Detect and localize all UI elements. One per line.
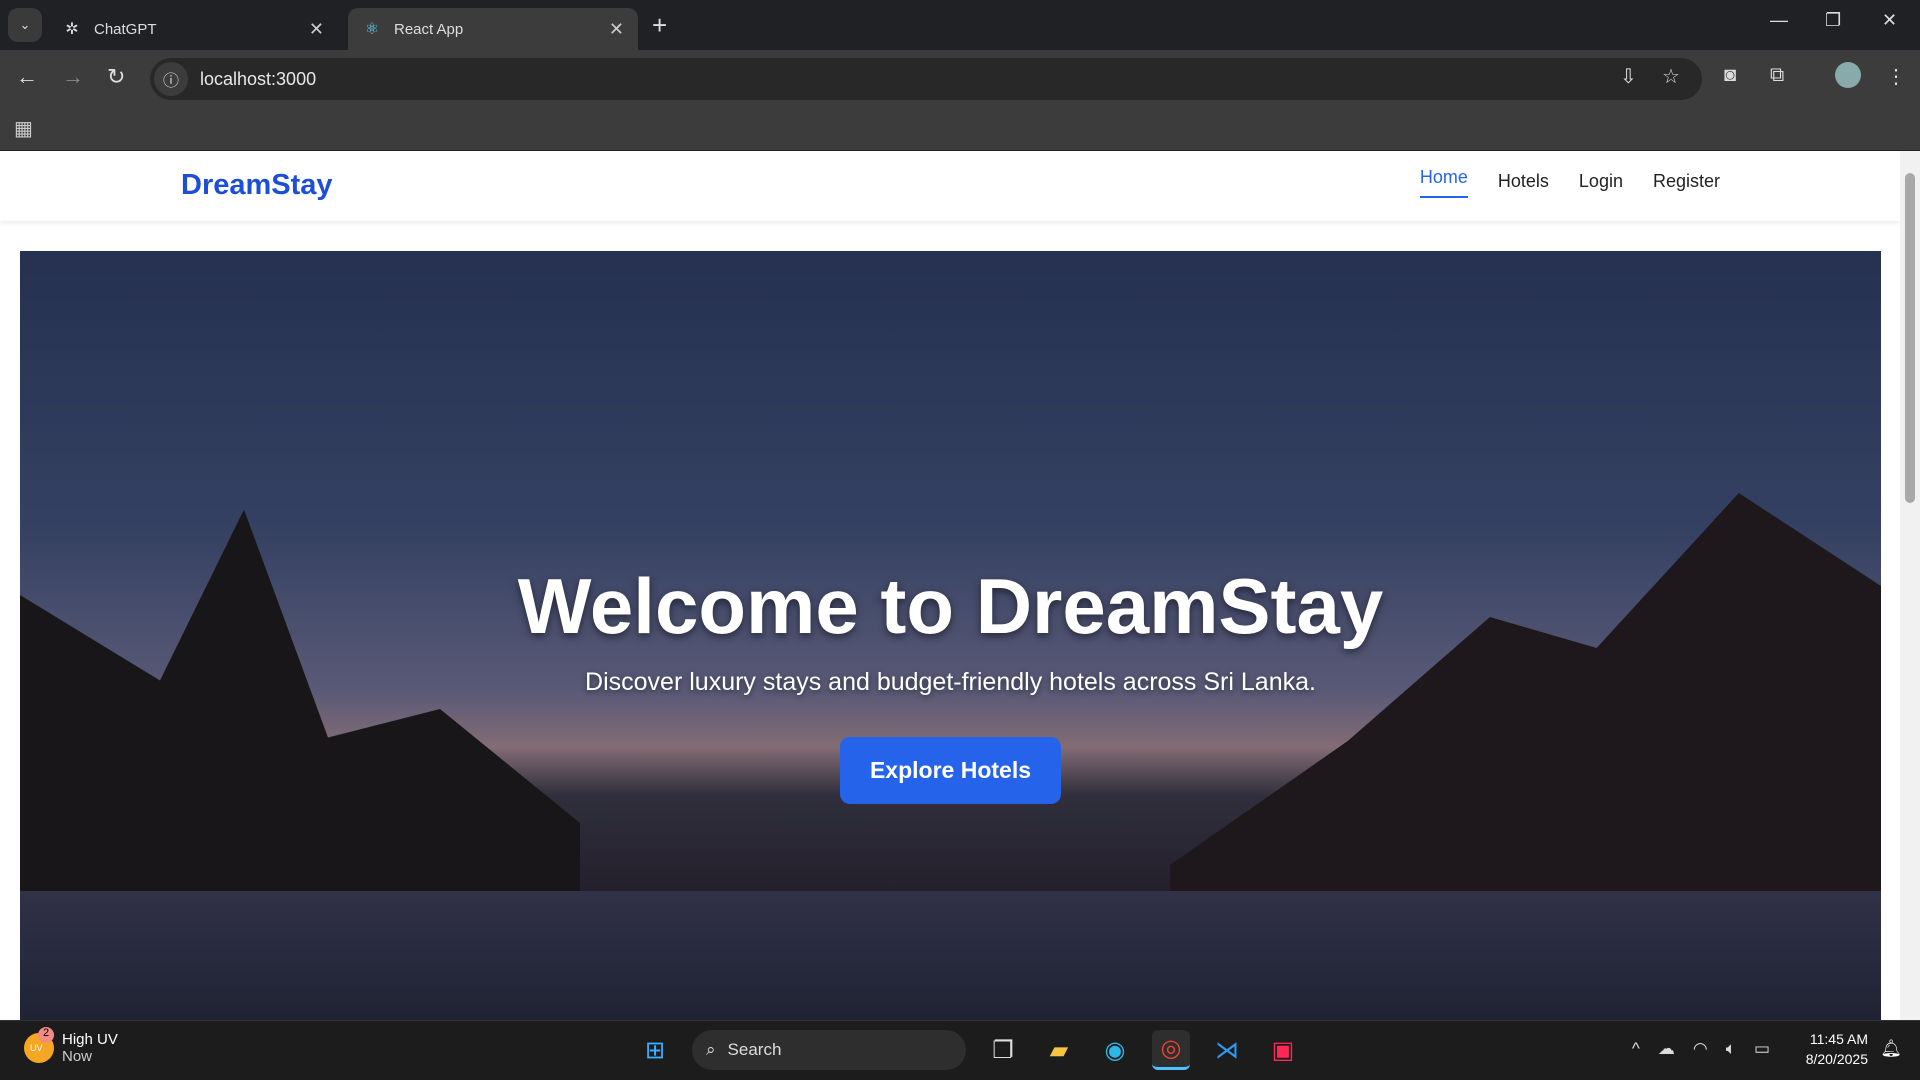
intellij-icon[interactable]: ▣ (1264, 1030, 1302, 1070)
tray-overflow-icon[interactable]: ^ (1632, 1039, 1640, 1059)
tab-title: ChatGPT (94, 20, 157, 38)
tab-chatgpt[interactable]: ✲ ChatGPT ✕ (48, 8, 338, 50)
close-tab-icon[interactable]: ✕ (609, 19, 624, 40)
site-header: DreamStay Home Hotels Login Register (0, 151, 1900, 221)
explore-hotels-button[interactable]: Explore Hotels (839, 737, 1062, 804)
back-icon[interactable]: ← (16, 64, 38, 90)
nav-login[interactable]: Login (1579, 171, 1623, 198)
taskbar: 2 UV High UV Now ⊞ ⌕ Search ❐ ▰ ◉ ◎ ⋊ ▣ ^ ☁… (0, 1020, 1920, 1080)
react-icon: ⚛ (364, 21, 380, 38)
vscode-icon[interactable]: ⋊ (1208, 1030, 1246, 1070)
windows-start-icon[interactable]: ⊞ (636, 1030, 674, 1070)
bookmark-star-icon[interactable]: ☆ (1662, 64, 1680, 89)
menu-icon[interactable]: ⋮ (1886, 64, 1906, 89)
new-tab-button[interactable]: + (652, 10, 667, 41)
site-info-icon[interactable]: ⓘ (154, 62, 188, 96)
wifi-icon[interactable]: ◠ (1693, 1039, 1708, 1059)
task-view-icon[interactable]: ❐ (984, 1030, 1022, 1070)
onedrive-icon[interactable]: ☁ (1658, 1039, 1675, 1059)
hero-content: Welcome to DreamStay Discover luxury sta… (20, 561, 1881, 804)
page-scrollbar[interactable] (1900, 151, 1920, 1020)
camera-icon[interactable]: ◙ (1724, 64, 1736, 87)
weather-widget[interactable]: 2 UV High UV Now (24, 1027, 118, 1065)
hero-title: Welcome to DreamStay (517, 562, 1384, 650)
weather-subtitle: Now (62, 1048, 93, 1065)
close-tab-icon[interactable]: ✕ (309, 19, 324, 40)
tab-search-button[interactable]: ⌄ (8, 8, 42, 42)
minimize-button[interactable]: — (1770, 10, 1788, 31)
apps-grid-icon[interactable]: ▦ (14, 116, 33, 141)
file-explorer-icon[interactable]: ▰ (1040, 1030, 1078, 1070)
restore-button[interactable]: ❐ (1825, 10, 1841, 31)
scrollbar-thumb[interactable] (1905, 173, 1915, 503)
install-app-icon[interactable]: ⇩ (1620, 64, 1637, 89)
tab-bar: ⌄ ✲ ChatGPT ✕ ⚛ React App ✕ + — ❐ ✕ (0, 0, 1920, 50)
close-window-button[interactable]: ✕ (1882, 10, 1897, 31)
weather-title: High UV (62, 1031, 118, 1048)
chrome-icon[interactable]: ◎ (1152, 1030, 1190, 1070)
browser-toolbar: ← → ↻ ⓘ localhost:3000 ⇩ ☆ ◙ ⧉ ⋮ ▦ (0, 50, 1920, 150)
tab-react-app[interactable]: ⚛ React App ✕ (348, 8, 638, 50)
nav-home[interactable]: Home (1419, 167, 1468, 198)
forward-icon[interactable]: → (62, 64, 84, 90)
taskbar-search[interactable]: ⌕ Search (692, 1030, 966, 1070)
time: 11:45 AM (1809, 1031, 1868, 1047)
weather-badge: 2 (38, 1027, 54, 1043)
hero-section: Welcome to DreamStay Discover luxury sta… (20, 251, 1881, 1020)
nav-hotels[interactable]: Hotels (1498, 171, 1549, 198)
search-icon: ⌕ (706, 1040, 716, 1059)
uv-icon: 2 UV (24, 1027, 54, 1063)
site-logo[interactable]: DreamStay (181, 169, 333, 202)
date: 8/20/2025 (1805, 1051, 1868, 1067)
clock[interactable]: 11:45 AM 8/20/2025 (1806, 1029, 1868, 1069)
nav-register[interactable]: Register (1653, 171, 1720, 198)
volume-icon[interactable]: 🔈︎ (1726, 1039, 1736, 1059)
system-tray: ^ ☁ ◠ 🔈︎ ▭ (1632, 1039, 1770, 1059)
main-nav: Home Hotels Login Register (1419, 167, 1720, 198)
address-bar[interactable]: ⓘ localhost:3000 (150, 58, 1702, 100)
tab-title: React App (394, 20, 464, 38)
edge-icon[interactable]: ◉ (1096, 1030, 1134, 1070)
chatgpt-icon: ✲ (65, 21, 79, 38)
taskbar-apps: ⊞ ⌕ Search ❐ ▰ ◉ ◎ ⋊ ▣ (636, 1030, 1302, 1070)
url-text[interactable]: localhost:3000 (200, 69, 316, 90)
reload-icon[interactable]: ↻ (107, 64, 125, 90)
hero-subtitle: Discover luxury stays and budget-friendl… (585, 668, 1316, 696)
extensions-icon[interactable]: ⧉ (1770, 64, 1784, 87)
notification-bell-icon[interactable]: 🔔︎ (1880, 1039, 1902, 1059)
search-placeholder: Search (727, 1040, 782, 1059)
battery-icon[interactable]: ▭ (1754, 1039, 1770, 1059)
web-page: DreamStay Home Hotels Login Register Wel… (0, 151, 1900, 1020)
profile-avatar[interactable] (1835, 62, 1861, 88)
